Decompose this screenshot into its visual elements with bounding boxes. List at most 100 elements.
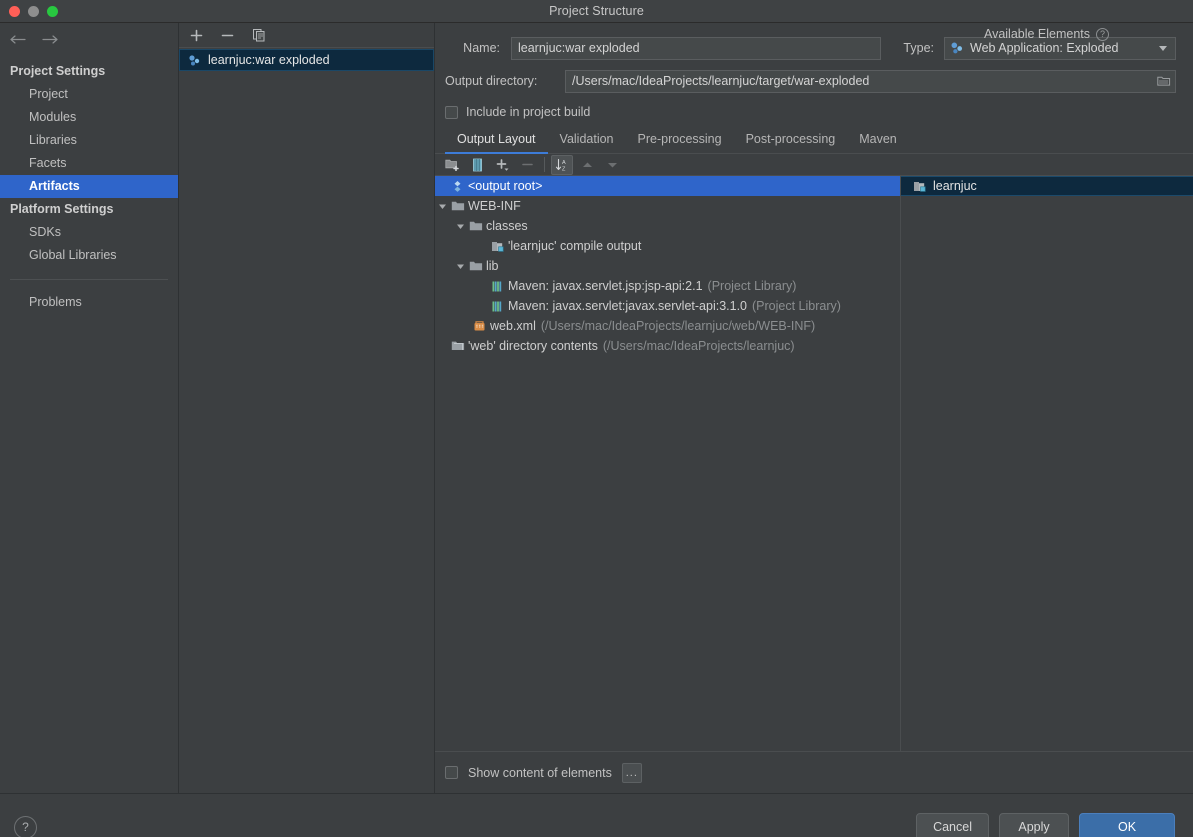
forward-arrow-icon[interactable] <box>40 31 58 47</box>
window-controls[interactable] <box>9 6 58 17</box>
available-element-row[interactable]: learnjuc <box>901 176 1193 196</box>
module-icon <box>907 180 933 193</box>
move-up-button <box>576 155 598 175</box>
tree-row[interactable]: <output root> <box>435 176 900 196</box>
sidebar-item-global-libraries[interactable]: Global Libraries <box>0 244 178 267</box>
library-icon <box>489 300 506 313</box>
move-down-button <box>601 155 623 175</box>
sidebar-item-modules[interactable]: Modules <box>0 106 178 129</box>
question-mark-icon[interactable]: ? <box>1096 27 1110 41</box>
create-archive-button[interactable] <box>466 155 488 175</box>
tab-output-layout[interactable]: Output Layout <box>445 132 548 154</box>
artifact-toolbar <box>179 23 434 48</box>
tree-row[interactable]: classes <box>435 216 900 236</box>
tree-row[interactable]: 'learnjuc' compile output <box>435 236 900 256</box>
svg-text:Z: Z <box>562 166 566 172</box>
name-label: Name: <box>463 41 500 55</box>
cancel-button[interactable]: Cancel <box>916 813 989 837</box>
tree-row[interactable]: 'web' directory contents (/Users/mac/Ide… <box>435 336 900 356</box>
output-directory-input[interactable]: /Users/mac/IdeaProjects/learnjuc/target/… <box>565 69 1176 93</box>
tree-row-label: Maven: javax.servlet.jsp:jsp-api:2.1 <box>508 279 703 293</box>
tree-row-label: web.xml <box>490 319 536 333</box>
artifact-list-item[interactable]: learnjuc:war exploded <box>179 49 434 71</box>
create-directory-button[interactable] <box>441 155 463 175</box>
copy-artifact-button[interactable] <box>250 27 267 44</box>
ok-button[interactable]: OK <box>1079 813 1175 837</box>
tab-maven[interactable]: Maven <box>847 132 909 153</box>
show-content-checkbox[interactable] <box>445 766 458 779</box>
output-directory-value: /Users/mac/IdeaProjects/learnjuc/target/… <box>572 74 870 88</box>
artifact-list: learnjuc:war exploded <box>179 48 434 71</box>
sidebar-item-problems[interactable]: Problems <box>0 291 178 314</box>
sort-alphabetically-button[interactable]: A Z <box>551 154 573 175</box>
tab-pre-processing[interactable]: Pre-processing <box>626 132 734 153</box>
dialog-footer: ? Cancel Apply OK <box>0 793 1193 837</box>
tree-row-detail: (/Users/mac/IdeaProjects/learnjuc) <box>602 339 795 353</box>
details-tabs: Output Layout Validation Pre-processing … <box>435 127 1193 154</box>
tree-twisty-open[interactable] <box>453 262 467 271</box>
include-in-build-row[interactable]: Include in project build <box>435 97 1193 127</box>
output-directory-row: Output directory: /Users/mac/IdeaProject… <box>435 65 1193 97</box>
tree-row-label: classes <box>486 219 528 233</box>
tree-row-detail: (Project Library) <box>752 299 841 313</box>
toolbar-separator <box>544 157 545 172</box>
add-artifact-button[interactable] <box>188 27 205 44</box>
sidebar-group-platform-settings: Platform Settings <box>10 202 114 216</box>
name-input[interactable]: learnjuc:war exploded <box>511 36 882 60</box>
minimize-window-button[interactable] <box>28 6 39 17</box>
available-elements-header: Available Elements ? <box>900 23 1193 45</box>
output-layout-tree: <output root> WEB-INF classes 'learnjuc'… <box>435 176 900 751</box>
sidebar-item-sdks[interactable]: SDKs <box>0 221 178 244</box>
tree-row-detail: (/Users/mac/IdeaProjects/learnjuc/web/WE… <box>540 319 816 333</box>
sidebar-item-facets[interactable]: Facets <box>0 152 178 175</box>
tree-row[interactable]: Maven: javax.servlet.jsp:jsp-api:2.1 (Pr… <box>435 276 900 296</box>
include-in-build-label: Include in project build <box>466 105 591 119</box>
output-root-icon <box>449 180 466 193</box>
layout-panes: <output root> WEB-INF classes 'learnjuc'… <box>435 176 1193 751</box>
tab-post-processing[interactable]: Post-processing <box>734 132 848 153</box>
tree-row-label: lib <box>486 259 499 273</box>
artifact-details-panel: Name: learnjuc:war exploded Type: Web Ap… <box>435 23 1193 793</box>
folder-icon <box>467 260 484 272</box>
xml-file-icon <box>471 320 488 333</box>
dialog-body: Project Settings Project Modules Librari… <box>0 23 1193 793</box>
settings-sidebar: Project Settings Project Modules Librari… <box>0 23 179 793</box>
tree-row-label: 'web' directory contents <box>468 339 598 353</box>
module-output-icon <box>489 240 506 253</box>
sidebar-navigation <box>0 23 178 55</box>
tree-twisty-open[interactable] <box>435 202 449 211</box>
show-content-label: Show content of elements <box>468 765 612 780</box>
layout-options-row: Show content of elements ... <box>435 751 1193 793</box>
tree-row[interactable]: web.xml (/Users/mac/IdeaProjects/learnju… <box>435 316 900 336</box>
help-button[interactable]: ? <box>14 815 37 837</box>
sidebar-items: Project Settings Project Modules Librari… <box>0 55 178 314</box>
sidebar-group-project-settings: Project Settings <box>10 64 106 78</box>
artifact-list-panel: learnjuc:war exploded <box>179 23 435 793</box>
back-arrow-icon[interactable] <box>9 31 27 47</box>
more-options-button[interactable]: ... <box>621 762 642 783</box>
svg-text:A: A <box>562 160 566 166</box>
add-copy-of-button[interactable] <box>491 155 513 175</box>
tree-row[interactable]: lib <box>435 256 900 276</box>
tree-row[interactable]: WEB-INF <box>435 196 900 216</box>
artifact-icon <box>186 54 202 67</box>
artifact-list-item-label: learnjuc:war exploded <box>208 53 330 67</box>
output-directory-label: Output directory: <box>445 74 538 88</box>
window-title-bar: Project Structure <box>0 0 1193 23</box>
sidebar-item-artifacts[interactable]: Artifacts <box>0 175 178 198</box>
browse-folder-icon[interactable] <box>1156 74 1171 89</box>
tree-row[interactable]: Maven: javax.servlet:javax.servlet-api:3… <box>435 296 900 316</box>
close-window-button[interactable] <box>9 6 20 17</box>
tab-validation[interactable]: Validation <box>548 132 626 153</box>
sidebar-divider <box>10 279 168 280</box>
apply-button[interactable]: Apply <box>999 813 1069 837</box>
include-in-build-checkbox[interactable] <box>445 105 458 119</box>
sidebar-item-project[interactable]: Project <box>0 83 178 106</box>
tree-twisty-open[interactable] <box>453 222 467 231</box>
sidebar-item-libraries[interactable]: Libraries <box>0 129 178 152</box>
zoom-window-button[interactable] <box>47 6 58 17</box>
window-title: Project Structure <box>549 4 644 18</box>
folder-icon <box>467 220 484 232</box>
remove-artifact-button[interactable] <box>219 27 236 44</box>
tree-row-label: Maven: javax.servlet:javax.servlet-api:3… <box>508 299 747 313</box>
